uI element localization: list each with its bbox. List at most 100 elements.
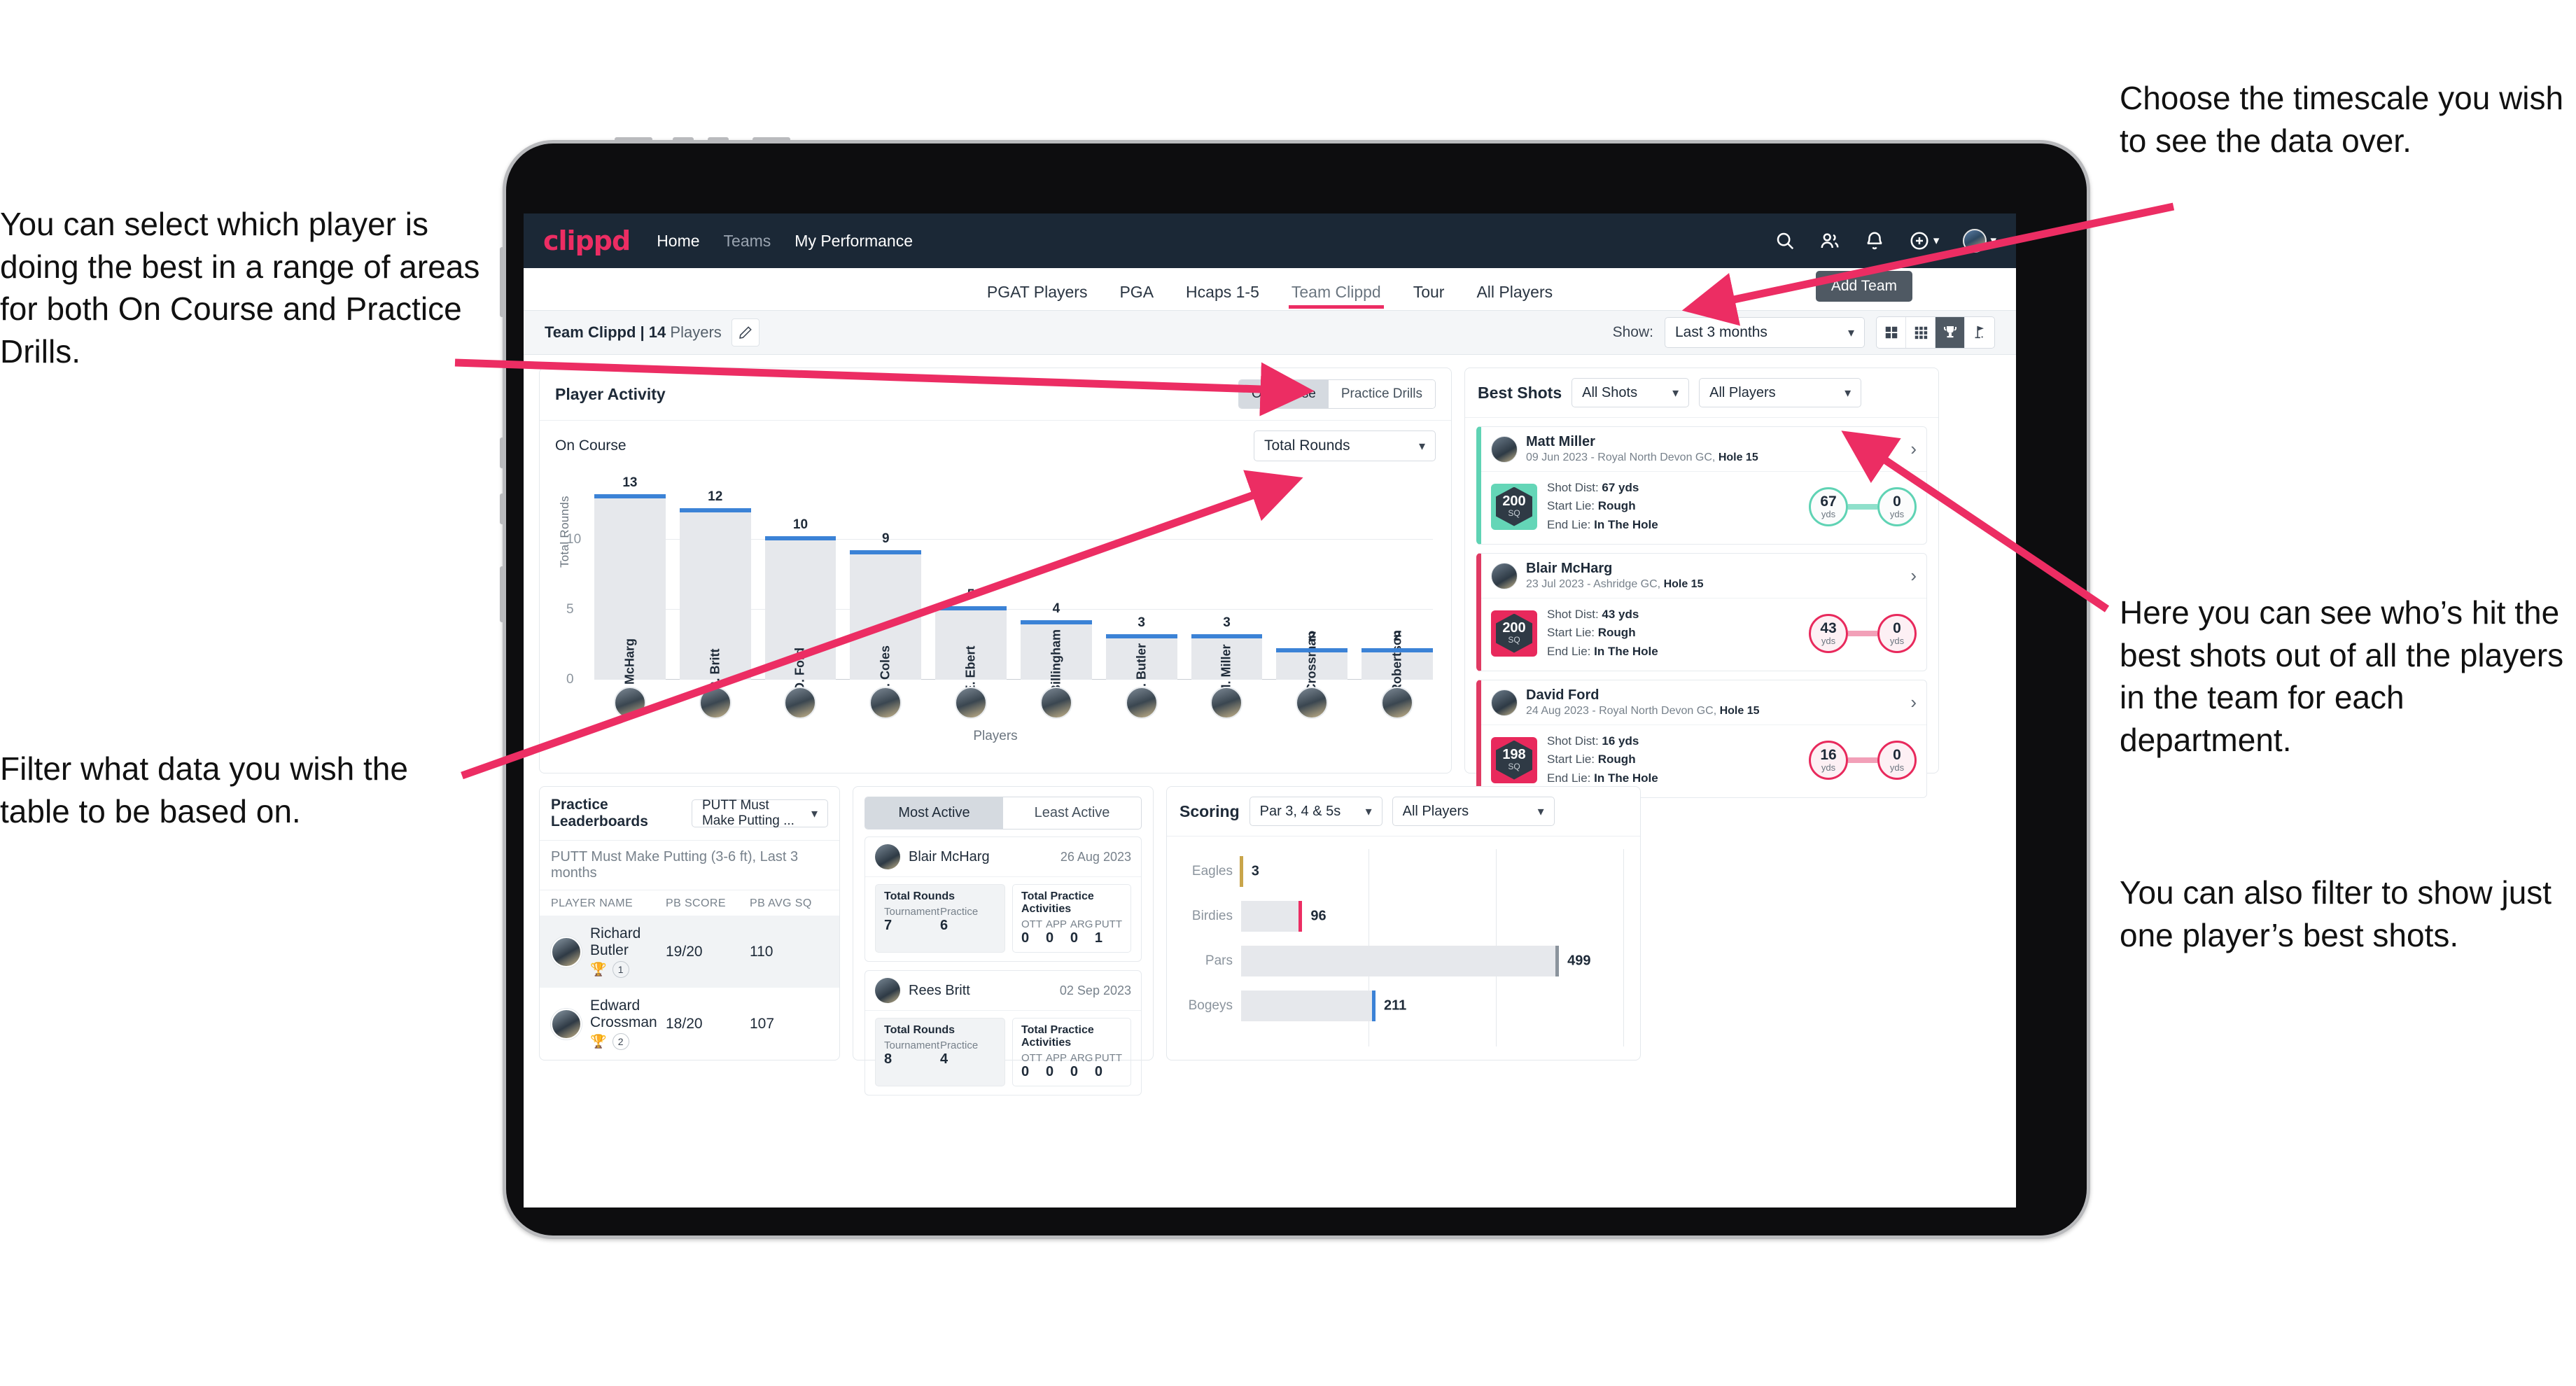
chart-avatar-cell[interactable] [935,687,1007,719]
best-shot-card[interactable]: Blair McHarg 23 Jul 2023 - Ashridge GC, H… [1476,553,1927,672]
scoring-row[interactable]: Bogeys 211 [1184,983,1623,1028]
segment-on-course[interactable]: On Course [1239,380,1329,408]
segment-practice-drills[interactable]: Practice Drills [1328,380,1435,408]
chart-bar-value: 10 [792,517,808,532]
chart-avatar-cell[interactable] [1191,687,1263,719]
chart-avatar-cell[interactable] [765,687,836,719]
avatar [1125,687,1158,719]
chart-bar-group[interactable]: 5 E. Ebert [935,484,1007,694]
table-row[interactable]: Richard Butler 🏆 1 19/20 110 [540,916,839,988]
chevron-right-icon[interactable]: › [1910,438,1917,460]
chart-avatar-cell[interactable] [1362,687,1433,719]
best-shot-card[interactable]: Matt Miller 09 Jun 2023 - Royal North Dev… [1476,426,1927,545]
table-row[interactable]: Edward Crossman 🏆 2 18/20 107 [540,988,839,1060]
chart-bar-group[interactable]: 2 E. Crossman [1276,484,1348,708]
nav-link-teams[interactable]: Teams [724,232,771,251]
activity-player-card[interactable]: Rees Britt 02 Sep 2023 Total Rounds Tournam… [864,970,1142,1096]
best-shot-card[interactable]: David Ford 24 Aug 2023 - Royal North Devo… [1476,680,1927,799]
scoring-par-filter[interactable]: Par 3, 4 & 5s ▾ [1249,797,1382,826]
activity-player-card[interactable]: Blair McHarg 26 Aug 2023 Total Rounds Tourn… [864,836,1142,962]
edit-team-button[interactable] [731,318,760,346]
chart-bar[interactable]: E. Ebert [935,606,1007,694]
tab-pga[interactable]: PGA [1119,283,1154,309]
tab-all-players[interactable]: All Players [1476,283,1553,309]
metric-select[interactable]: Total Rounds ▾ [1254,430,1436,461]
best-shots-shot-filter[interactable]: All Shots ▾ [1572,378,1690,407]
scoring-bar[interactable] [1241,990,1376,1021]
chart-bar-group[interactable]: 3 R. Butler [1105,484,1177,696]
tab-hcaps-1-5[interactable]: Hcaps 1-5 [1186,283,1259,309]
profile-menu[interactable]: ▾ [1963,229,1996,253]
tab-tour[interactable]: Tour [1413,283,1445,309]
activity-player-name: Blair McHarg [909,848,990,864]
drill-select[interactable]: PUTT Must Make Putting ... ▾ [691,798,828,828]
leaderboard-player-cell: Richard Butler 🏆 1 [551,925,666,978]
view-trophy-button[interactable] [1935,317,1965,348]
search-icon[interactable] [1774,230,1795,251]
scoring-row[interactable]: Eagles 3 [1184,849,1623,894]
chart-bar[interactable]: E. Crossman [1276,631,1348,708]
view-grid-large-button[interactable] [1877,317,1906,348]
add-team-button[interactable]: Add Team [1815,271,1912,302]
tab-least-active[interactable]: Least Active [1003,797,1141,829]
chart-bar[interactable]: M. Miller [1191,634,1263,695]
plus-circle-menu[interactable]: ▾ [1909,230,1939,251]
chart-avatar-cell[interactable] [1106,687,1177,719]
scoring-player-filter[interactable]: All Players ▾ [1392,797,1555,826]
chart-avatar-cell[interactable] [1021,687,1092,719]
chart-avatar-cell[interactable] [850,687,921,719]
tab-pgat-players[interactable]: PGAT Players [987,283,1088,309]
view-toggle-group [1876,316,1995,349]
timescale-select[interactable]: Last 3 months ▾ [1665,317,1865,348]
bell-icon[interactable] [1864,230,1885,251]
avatar [875,844,900,869]
chevron-right-icon[interactable]: › [1910,565,1917,587]
chart-bar[interactable]: R. Butler [1105,634,1177,696]
chart-bar-value: 12 [708,489,723,504]
leaderboard-player-cell: Edward Crossman 🏆 2 [551,997,666,1050]
chart-avatar-cell[interactable] [594,687,666,719]
top-navbar: clippd Home Teams My Performance ▾ ▾ [524,214,2016,268]
chart-bar-group[interactable]: 12 R. Britt [679,484,751,691]
chart-bar[interactable]: C. Robertson [1362,630,1433,709]
view-flag-button[interactable] [1965,317,1994,348]
chart-bar[interactable]: J. Coles [850,550,922,694]
chart-bar-group[interactable]: 10 D. Ford [764,484,836,692]
leaderboard-pb-score: 19/20 [666,943,703,960]
people-icon[interactable] [1819,230,1840,251]
chart-bar-group[interactable]: 2 C. Robertson [1362,484,1433,709]
chart-bar-group[interactable]: 13 B. McHarg [594,475,666,701]
brand-logo[interactable]: clippd [543,225,631,256]
view-grid-small-button[interactable] [1906,317,1935,348]
nav-link-my-performance[interactable]: My Performance [794,232,913,251]
chart-avatar-cell[interactable] [680,687,751,719]
chart-bar-group[interactable]: 4 D. Billingham [1020,484,1092,710]
scoring-title: Scoring [1180,802,1240,820]
tab-most-active[interactable]: Most Active [865,797,1003,829]
best-shots-player-filter[interactable]: All Players ▾ [1699,378,1862,407]
tab-team-clippd[interactable]: Team Clippd [1288,283,1384,309]
avatar [1491,689,1518,716]
best-shot-meta: 09 Jun 2023 - Royal North Devon GC, Hole… [1526,451,1758,463]
scoring-row[interactable]: Pars 499 [1184,939,1623,983]
plus-circle-icon[interactable] [1909,230,1930,251]
chart-avatar-cell[interactable] [1276,687,1348,719]
chart-bar[interactable]: R. Britt [679,508,751,691]
scoring-category-label: Eagles [1191,864,1233,878]
chart-bar-group[interactable]: 9 J. Coles [850,484,922,694]
column-pb-score: PB SCORE [666,897,726,909]
scoring-row[interactable]: Birdies 96 [1184,894,1623,939]
chart-bar[interactable]: D. Ford [764,536,836,692]
rank-number: 2 [612,1033,629,1050]
chart-bar[interactable]: D. Billingham [1020,620,1092,710]
chart-bar[interactable]: B. McHarg [594,494,666,701]
chevron-right-icon[interactable]: › [1910,692,1917,713]
shot-quality-badge: 200 SQ [1491,483,1537,530]
scoring-bar[interactable] [1241,901,1303,932]
chart-y-tick: 0 [566,672,574,687]
scoring-bar[interactable] [1241,946,1560,976]
chart-bar-group[interactable]: 3 M. Miller [1191,484,1263,695]
practice-metric-value: 0 [1070,1064,1078,1079]
tablet-top-button-4 [752,137,790,144]
nav-link-home[interactable]: Home [657,232,699,251]
